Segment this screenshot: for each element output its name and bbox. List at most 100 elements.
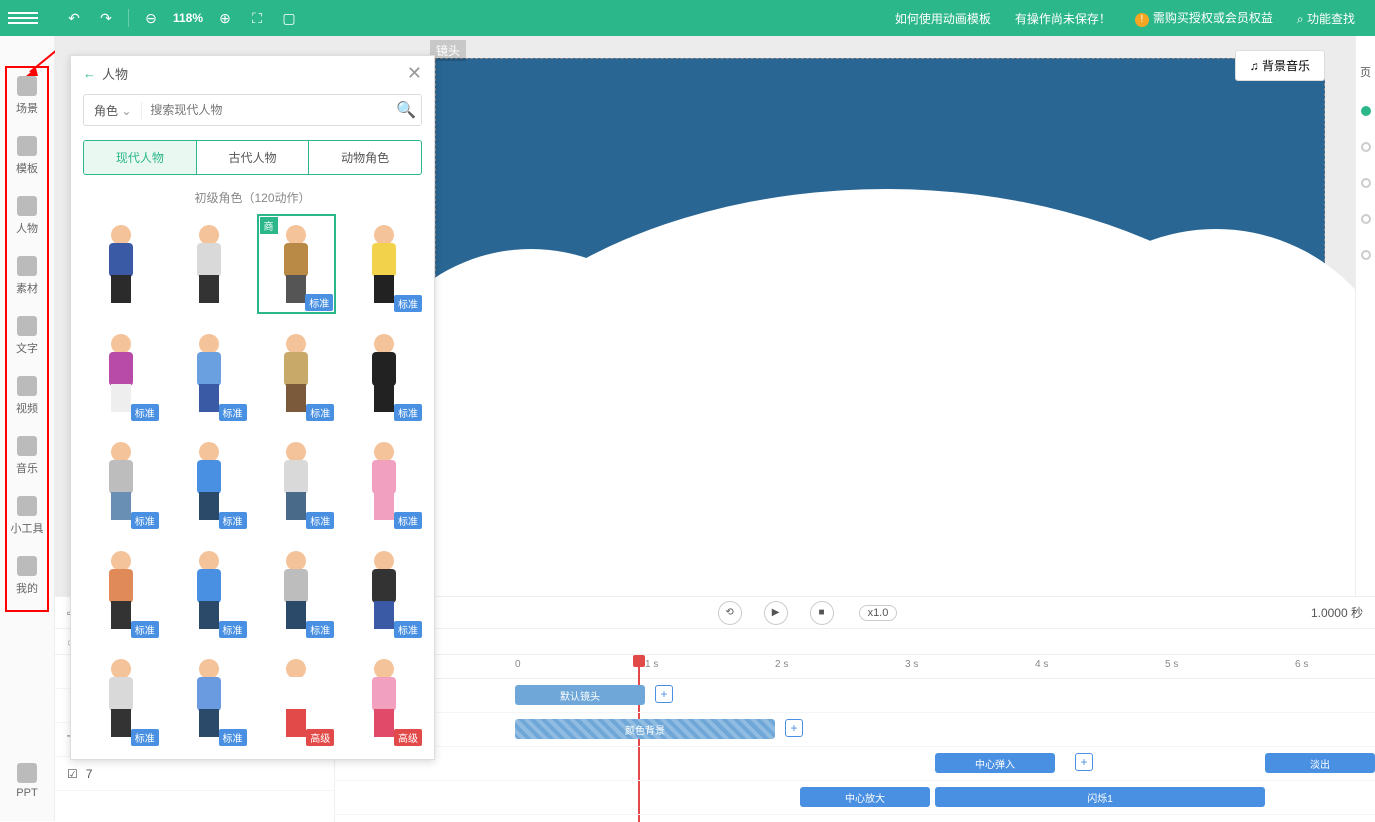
add-clip-button[interactable]: + — [785, 719, 803, 737]
panel-tab[interactable]: 现代人物 — [84, 141, 196, 174]
tier-badge: 标准 — [394, 621, 422, 638]
ruler-tick: 5 s — [1165, 659, 1178, 670]
panel-tabs: 现代人物古代人物动物角色 — [83, 140, 422, 175]
character-item[interactable]: 标准 — [344, 540, 424, 640]
sidebar-item[interactable]: 我的 — [0, 546, 55, 606]
cloud-graphic — [416, 189, 1356, 596]
add-clip-button[interactable]: + — [655, 685, 673, 703]
panel-close-icon[interactable]: ✕ — [407, 63, 422, 84]
fit-icon[interactable]: ▢ — [277, 6, 301, 30]
character-item[interactable]: 标准 — [257, 431, 337, 531]
page-dot[interactable] — [1361, 142, 1371, 152]
clip-scale[interactable]: 中心放大 — [800, 787, 930, 807]
undo-icon[interactable]: ↶ — [62, 6, 86, 30]
character-item[interactable] — [169, 214, 249, 314]
panel-tab[interactable]: 动物角色 — [308, 141, 421, 174]
panel-tab[interactable]: 古代人物 — [196, 141, 309, 174]
character-item[interactable]: 标准 — [81, 648, 161, 748]
character-item[interactable]: 标准 — [169, 431, 249, 531]
find-link[interactable]: ⌕ 功能查找 — [1297, 10, 1355, 27]
ppt-icon — [17, 763, 37, 783]
sidebar-item[interactable]: 小工具 — [0, 486, 55, 546]
tier-badge: 标准 — [131, 404, 159, 421]
character-item[interactable]: 标准 — [81, 323, 161, 423]
sidebar-item[interactable]: 场景 — [0, 66, 55, 126]
ruler-tick: 3 s — [905, 659, 918, 670]
redo-icon[interactable]: ↷ — [94, 6, 118, 30]
clip-fade[interactable]: 淡出 — [1265, 753, 1375, 773]
sidebar-item-ppt[interactable]: PPT — [0, 751, 55, 811]
biz-badge: 商 — [260, 217, 278, 234]
zoom-out-icon[interactable]: ⊖ — [139, 6, 163, 30]
character-item[interactable]: 标准 — [169, 540, 249, 640]
character-item[interactable]: 标准 — [169, 323, 249, 423]
panel-back-icon[interactable]: ← — [83, 66, 96, 81]
tier-badge: 标准 — [219, 621, 247, 638]
clip-flash[interactable]: 闪烁1 — [935, 787, 1265, 807]
sidebar-icon — [17, 256, 37, 276]
character-item[interactable]: 标准 — [81, 431, 161, 531]
character-item[interactable]: 商标准 — [257, 214, 337, 314]
character-item[interactable]: 高级 — [257, 648, 337, 748]
sidebar-label: 音乐 — [16, 460, 38, 476]
ruler[interactable]: 01 s2 s3 s4 s5 s6 s — [335, 655, 1375, 679]
sidebar-item[interactable]: 人物 — [0, 186, 55, 246]
sidebar-item[interactable]: 文字 — [0, 306, 55, 366]
character-item[interactable]: 标准 — [81, 540, 161, 640]
lens-label[interactable]: 镜头 — [430, 40, 466, 61]
stop-icon[interactable]: ■ — [810, 601, 834, 625]
sidebar-item[interactable]: 素材 — [0, 246, 55, 306]
sidebar-label: 视频 — [16, 400, 38, 416]
tier-badge: 标准 — [394, 295, 422, 312]
track-bg: 颜色背景 + — [335, 713, 1375, 747]
page-dot[interactable] — [1361, 214, 1371, 224]
bgm-button[interactable]: ♫ 背景音乐 — [1235, 50, 1325, 81]
playback-rate[interactable]: x1.0 — [859, 605, 898, 621]
clip-lens[interactable]: 默认镜头 — [515, 685, 645, 705]
stage[interactable] — [435, 58, 1325, 592]
page-dot[interactable] — [1361, 106, 1371, 116]
character-item[interactable]: 标准 — [344, 323, 424, 423]
zoom-in-icon[interactable]: ⊕ — [213, 6, 237, 30]
sidebar-label: 小工具 — [11, 520, 44, 536]
character-item[interactable]: 标准 — [344, 214, 424, 314]
track-7: 中心放大 闪烁1 — [335, 781, 1375, 815]
sidebar-icon — [17, 376, 37, 396]
sidebar: 场景模板人物素材文字视频音乐小工具我的 PPT — [0, 36, 55, 821]
timeline-tracks[interactable]: 01 s2 s3 s4 s5 s6 s 默认镜头 + 颜色背景 + 中心弹入 +… — [335, 655, 1375, 822]
play-icon[interactable]: ▶ — [764, 601, 788, 625]
sidebar-icon — [17, 136, 37, 156]
page-dot[interactable] — [1361, 250, 1371, 260]
sidebar-item[interactable]: 音乐 — [0, 426, 55, 486]
search-bar: 角色 🔍 — [83, 94, 422, 126]
search-category-select[interactable]: 角色 — [84, 102, 142, 119]
character-item[interactable]: 高级 — [344, 648, 424, 748]
tier-badge: 标准 — [131, 621, 159, 638]
character-item[interactable]: 标准 — [257, 540, 337, 640]
menu-icon[interactable] — [8, 12, 38, 24]
tier-badge: 标准 — [219, 729, 247, 746]
fullscreen-icon[interactable]: ⛶ — [245, 6, 269, 30]
character-item[interactable]: 标准 — [169, 648, 249, 748]
page-dot[interactable] — [1361, 178, 1371, 188]
clip-bg[interactable]: 颜色背景 — [515, 719, 775, 739]
search-input[interactable] — [142, 103, 391, 117]
character-item[interactable] — [81, 214, 161, 314]
sidebar-item[interactable]: 模板 — [0, 126, 55, 186]
character-item[interactable]: 标准 — [257, 323, 337, 423]
sidebar-label: 场景 — [16, 100, 38, 116]
help-link[interactable]: 如何使用动画模板 — [895, 10, 991, 27]
rewind-icon[interactable]: ⟲ — [718, 601, 742, 625]
license-link[interactable]: !需购买授权或会员权益 — [1135, 9, 1273, 27]
ruler-tick: 2 s — [775, 659, 788, 670]
search-icon[interactable]: 🔍 — [391, 100, 421, 120]
character-item[interactable]: 标准 — [344, 431, 424, 531]
track-label[interactable]: ☑7 — [55, 757, 334, 791]
tier-badge: 标准 — [219, 404, 247, 421]
sidebar-item[interactable]: 视频 — [0, 366, 55, 426]
sidebar-label: 素材 — [16, 280, 38, 296]
add-clip-button[interactable]: + — [1075, 753, 1093, 771]
clip-enter[interactable]: 中心弹入 — [935, 753, 1055, 773]
page-strip: 页 — [1355, 36, 1375, 596]
ruler-tick: 1 s — [645, 659, 658, 670]
